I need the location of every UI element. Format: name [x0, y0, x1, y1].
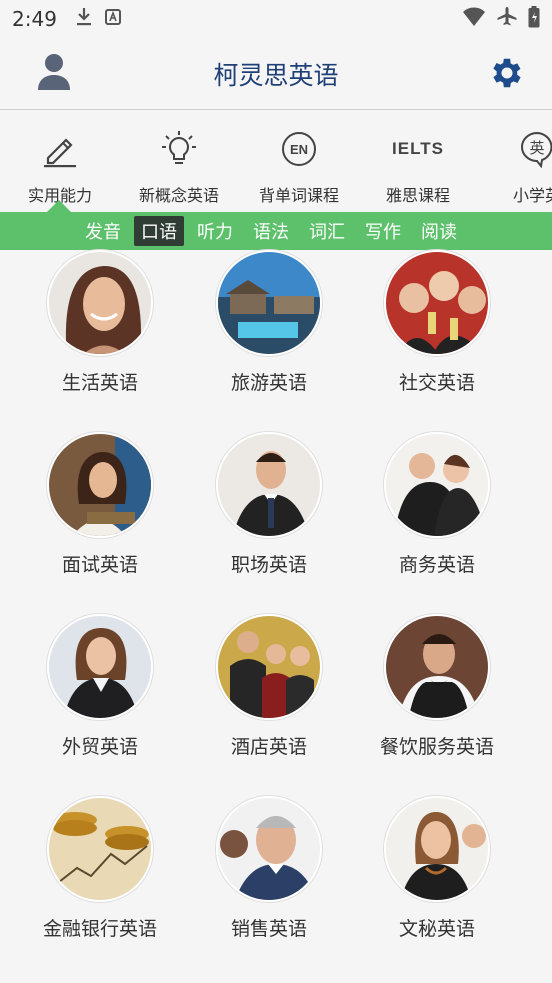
topic-label: 餐饮服务英语	[379, 736, 494, 758]
topic-card-foreign-trade[interactable]: 外贸英语	[16, 614, 184, 759]
business-couple-photo	[384, 432, 490, 538]
ielts-logo-text: IELTS	[392, 139, 444, 158]
topic-card-banking[interactable]: 金融银行英语	[16, 796, 184, 941]
category-primary[interactable]: 英 小学英	[472, 130, 552, 206]
category-label: 雅思课程	[385, 186, 450, 205]
tab-listening[interactable]: 听力	[190, 216, 240, 246]
topic-label: 生活英语	[61, 372, 138, 394]
category-label: 背单词课程	[258, 186, 339, 205]
topic-label: 外贸英语	[61, 736, 138, 758]
user-icon	[38, 54, 70, 90]
skill-tab-bar: 发音 口语 听力 语法 词汇 写作 阅读	[0, 212, 552, 250]
secretary-photo	[384, 796, 490, 902]
businessman-photo	[216, 432, 322, 538]
topic-label: 金融银行英语	[42, 918, 157, 940]
topic-card-social[interactable]: 社交英语	[353, 250, 521, 395]
topic-label: 酒店英语	[230, 736, 307, 758]
woman-reading-photo	[47, 432, 153, 538]
category-vocabulary[interactable]: EN 背单词课程	[234, 130, 364, 206]
smiling-woman-photo	[47, 250, 153, 356]
topic-card-secretary[interactable]: 文秘英语	[353, 796, 521, 941]
tab-vocabulary[interactable]: 词汇	[302, 216, 352, 246]
chinese-bubble-text: 英	[529, 139, 544, 157]
topic-card-hotel[interactable]: 酒店英语	[185, 614, 353, 759]
salesman-photo	[216, 796, 322, 902]
text-app-icon	[104, 9, 121, 29]
wifi-icon	[462, 7, 486, 31]
topic-card-catering[interactable]: 餐饮服务英语	[353, 614, 521, 759]
battery-icon	[528, 6, 540, 32]
tab-grammar[interactable]: 语法	[246, 216, 296, 246]
topic-card-daily[interactable]: 生活英语	[16, 250, 184, 395]
tab-pronunciation[interactable]: 发音	[78, 216, 128, 246]
topic-label: 销售英语	[230, 918, 307, 940]
hotel-staff-photo	[216, 614, 322, 720]
en-badge-icon: EN	[234, 130, 364, 168]
topic-label: 旅游英语	[230, 372, 307, 394]
gold-coins-photo	[47, 796, 153, 902]
settings-button[interactable]	[488, 54, 526, 92]
tab-reading[interactable]: 阅读	[414, 216, 464, 246]
tab-speaking[interactable]: 口语	[134, 216, 184, 246]
party-friends-photo	[384, 250, 490, 356]
topic-card-travel[interactable]: 旅游英语	[185, 250, 353, 395]
ielts-logo-icon: IELTS	[353, 130, 483, 168]
pencil-icon	[0, 130, 125, 168]
gear-icon	[493, 58, 521, 88]
topic-card-workplace[interactable]: 职场英语	[185, 432, 353, 577]
tab-writing[interactable]: 写作	[358, 216, 408, 246]
airplane-icon	[496, 6, 518, 32]
topic-label: 面试英语	[61, 554, 138, 576]
category-practical[interactable]: 实用能力	[0, 130, 125, 206]
topic-label: 商务英语	[398, 554, 475, 576]
topic-label: 文秘英语	[398, 918, 475, 940]
businesswoman-photo	[47, 614, 153, 720]
user-avatar-button[interactable]	[36, 52, 72, 92]
app-header: 柯灵思英语	[0, 38, 552, 110]
category-label: 新概念英语	[138, 186, 219, 205]
topic-card-interview[interactable]: 面试英语	[16, 432, 184, 577]
status-bar: 2:49	[0, 0, 552, 38]
chinese-bubble-icon: 英	[472, 130, 552, 168]
topic-label: 职场英语	[230, 554, 307, 576]
category-bar: 实用能力 新概念英语 EN 背单词课程 IELTS 雅思课程 英 小学英	[0, 112, 552, 212]
topic-card-sales[interactable]: 销售英语	[185, 796, 353, 941]
en-badge-text: EN	[290, 142, 308, 157]
category-new-concept[interactable]: 新概念英语	[114, 130, 244, 206]
category-label: 小学英	[512, 186, 552, 205]
download-icon	[75, 7, 93, 31]
topic-card-business[interactable]: 商务英语	[353, 432, 521, 577]
status-time: 2:49	[12, 7, 57, 31]
page-title: 柯灵思英语	[213, 60, 339, 90]
topic-label: 社交英语	[398, 372, 475, 394]
resort-pool-photo	[216, 250, 322, 356]
waiter-photo	[384, 614, 490, 720]
category-ielts[interactable]: IELTS 雅思课程	[353, 130, 483, 206]
lightbulb-icon	[114, 130, 244, 168]
